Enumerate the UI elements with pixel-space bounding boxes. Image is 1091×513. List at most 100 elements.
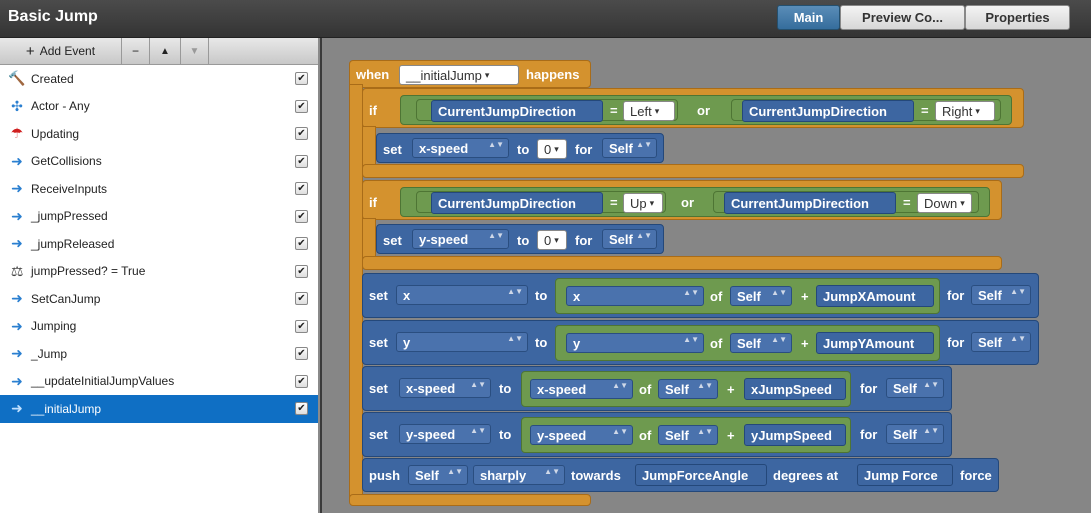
target-dropdown[interactable]: Self ▲▼ <box>886 424 944 444</box>
attribute-pill[interactable]: CurrentJumpDirection <box>742 100 914 122</box>
value-dropdown[interactable]: Up ▾ <box>623 193 663 213</box>
add-expression[interactable]: x ▲▼ of Self ▲▼ + JumpXAmount <box>555 278 940 314</box>
push-mode-dropdown[interactable]: sharply ▲▼ <box>473 465 565 485</box>
event-item[interactable]: ➜ GetCollisions ✔ <box>0 148 318 176</box>
chevron-down-icon: ▾ <box>484 69 490 80</box>
target-dropdown[interactable]: Self ▲▼ <box>971 332 1031 352</box>
event-item[interactable]: ➜ SetCanJump ✔ <box>0 285 318 313</box>
set-x-block[interactable]: set x ▲▼ to x ▲▼ of Self ▲▼ + JumpXAmount f… <box>362 273 1039 318</box>
add-expression[interactable]: y-speed ▲▼ of Self ▲▼ + yJumpSpeed <box>521 417 851 453</box>
event-enabled-checkbox[interactable]: ✔ <box>295 182 308 195</box>
attribute-pill[interactable]: JumpYAmount <box>816 332 934 354</box>
event-dropdown[interactable]: __initialJump ▾ <box>399 65 519 85</box>
target-dropdown[interactable]: Self ▲▼ <box>971 285 1031 305</box>
tab-properties[interactable]: Properties <box>965 5 1070 30</box>
event-enabled-checkbox[interactable]: ✔ <box>295 374 308 388</box>
target-dropdown[interactable]: Self ▲▼ <box>658 379 718 399</box>
source-attribute-dropdown[interactable]: y ▲▼ <box>566 333 704 353</box>
target-dropdown[interactable]: Self ▲▼ <box>886 378 944 398</box>
if-block-1-footer <box>362 164 1024 178</box>
remove-event-button[interactable]: − <box>122 38 150 64</box>
add-event-button[interactable]: + Add Event <box>0 38 122 64</box>
event-list: 🔨 Created ✔ ✣ Actor - Any ✔ ☂ Updating ✔ ➜ GetColl… <box>0 65 318 423</box>
attribute-pill[interactable]: yJumpSpeed <box>744 424 846 446</box>
attribute-pill[interactable]: Jump Force <box>857 464 953 486</box>
value-dropdown[interactable]: Left ▾ <box>623 101 675 121</box>
variable-dropdown[interactable]: y ▲▼ <box>396 332 528 352</box>
source-attribute-dropdown[interactable]: x ▲▼ <box>566 286 704 306</box>
target-dropdown[interactable]: Self ▲▼ <box>408 465 468 485</box>
event-enabled-checkbox[interactable]: ✔ <box>295 72 308 85</box>
event-enabled-checkbox[interactable]: ✔ <box>295 292 308 305</box>
set-y-block[interactable]: set y ▲▼ to y ▲▼ of Self ▲▼ + JumpYAmount f… <box>362 320 1039 365</box>
or-condition-1[interactable]: CurrentJumpDirection = Left ▾ or CurrentJ… <box>400 95 1012 125</box>
attribute-pill[interactable]: CurrentJumpDirection <box>431 100 603 122</box>
for-keyword: for <box>575 233 593 248</box>
source-attribute-dropdown[interactable]: x-speed ▲▼ <box>530 379 633 399</box>
event-enabled-checkbox[interactable]: ✔ <box>295 99 308 113</box>
tab-preview-controls[interactable]: Preview Co... <box>840 5 965 30</box>
event-item[interactable]: ☂ Updating ✔ <box>0 120 318 148</box>
force-keyword: force <box>960 468 992 483</box>
event-item[interactable]: ➜ __initialJump ✔ <box>0 395 318 423</box>
add-expression[interactable]: y ▲▼ of Self ▲▼ + JumpYAmount <box>555 325 940 361</box>
set-x-speed-block[interactable]: set x-speed ▲▼ to x-speed ▲▼ of Self ▲▼ + x… <box>362 366 952 411</box>
event-item[interactable]: ➜ Jumping ✔ <box>0 313 318 341</box>
variable-dropdown[interactable]: x ▲▼ <box>396 285 528 305</box>
target-dropdown[interactable]: Self ▲▼ <box>658 425 718 445</box>
event-item[interactable]: ➜ _jumpPressed ✔ <box>0 203 318 231</box>
event-item[interactable]: 🔨 Created ✔ <box>0 65 318 93</box>
event-item[interactable]: ➜ _Jump ✔ <box>0 340 318 368</box>
tab-main[interactable]: Main <box>777 5 840 30</box>
event-enabled-checkbox[interactable]: ✔ <box>295 402 308 415</box>
when-block[interactable]: when __initialJump ▾ happens <box>349 60 591 88</box>
compare-condition-right[interactable]: CurrentJumpDirection = Down ▾ <box>713 191 979 214</box>
compare-condition-left[interactable]: CurrentJumpDirection = Left ▾ <box>416 99 678 122</box>
attribute-pill[interactable]: JumpXAmount <box>816 285 934 307</box>
attribute-pill[interactable]: xJumpSpeed <box>744 378 846 400</box>
variable-dropdown[interactable]: x-speed ▲▼ <box>412 138 509 158</box>
value-dropdown[interactable]: Right ▾ <box>935 101 995 121</box>
event-item[interactable]: ✣ Actor - Any ✔ <box>0 93 318 121</box>
variable-dropdown[interactable]: y-speed ▲▼ <box>399 424 491 444</box>
attribute-pill[interactable]: CurrentJumpDirection <box>724 192 896 214</box>
event-item[interactable]: ➜ _jumpReleased ✔ <box>0 230 318 258</box>
variable-dropdown[interactable]: y-speed ▲▼ <box>412 229 509 249</box>
arrow-right-icon: ➜ <box>11 317 23 334</box>
value-dropdown-value: 0 <box>544 141 552 157</box>
event-item[interactable]: ➜ __updateInitialJumpValues ✔ <box>0 368 318 396</box>
target-dropdown[interactable]: Self ▲▼ <box>602 229 657 249</box>
event-enabled-checkbox[interactable]: ✔ <box>295 209 308 223</box>
attribute-pill[interactable]: CurrentJumpDirection <box>431 192 603 214</box>
event-enabled-checkbox[interactable]: ✔ <box>295 347 308 360</box>
event-item[interactable]: ➜ ReceiveInputs ✔ <box>0 175 318 203</box>
value-dropdown[interactable]: Down ▾ <box>917 193 972 213</box>
source-attribute-dropdown[interactable]: y-speed ▲▼ <box>530 425 633 445</box>
event-enabled-checkbox[interactable]: ✔ <box>295 154 308 168</box>
move-down-button[interactable]: ▼ <box>181 38 209 64</box>
set-block-1[interactable]: set x-speed ▲▼ to 0 ▾ for Self ▲▼ <box>376 133 664 163</box>
arrow-right-icon: ➜ <box>11 290 23 307</box>
event-enabled-checkbox[interactable]: ✔ <box>295 127 308 140</box>
event-label: __initialJump <box>31 401 102 416</box>
attribute-pill[interactable]: JumpForceAngle <box>635 464 767 486</box>
variable-dropdown[interactable]: x-speed ▲▼ <box>399 378 491 398</box>
event-enabled-checkbox[interactable]: ✔ <box>295 237 308 250</box>
set-y-speed-block[interactable]: set y-speed ▲▼ to y-speed ▲▼ of Self ▲▼ + y… <box>362 412 952 457</box>
push-block[interactable]: push Self ▲▼ sharply ▲▼ towards JumpForceA… <box>362 458 999 492</box>
add-expression[interactable]: x-speed ▲▼ of Self ▲▼ + xJumpSpeed <box>521 371 851 407</box>
event-enabled-checkbox[interactable]: ✔ <box>295 319 308 333</box>
target-dropdown[interactable]: Self ▲▼ <box>730 286 792 306</box>
or-condition-2[interactable]: CurrentJumpDirection = Up ▾ or CurrentJum… <box>400 187 990 217</box>
target-dropdown[interactable]: Self ▲▼ <box>602 138 657 158</box>
target-dropdown[interactable]: Self ▲▼ <box>730 333 792 353</box>
event-item[interactable]: ⚖ jumpPressed? = True ✔ <box>0 258 318 286</box>
move-up-button[interactable]: ▲ <box>150 38 181 64</box>
set-block-2[interactable]: set y-speed ▲▼ to 0 ▾ for Self ▲▼ <box>376 224 664 254</box>
compare-condition-right[interactable]: CurrentJumpDirection = Right ▾ <box>731 99 1001 122</box>
event-enabled-checkbox[interactable]: ✔ <box>295 264 308 278</box>
value-dropdown[interactable]: 0 ▾ <box>537 230 567 250</box>
chevron-down-icon: ▾ <box>649 197 655 208</box>
value-dropdown[interactable]: 0 ▾ <box>537 139 567 159</box>
compare-condition-left[interactable]: CurrentJumpDirection = Up ▾ <box>416 191 666 214</box>
